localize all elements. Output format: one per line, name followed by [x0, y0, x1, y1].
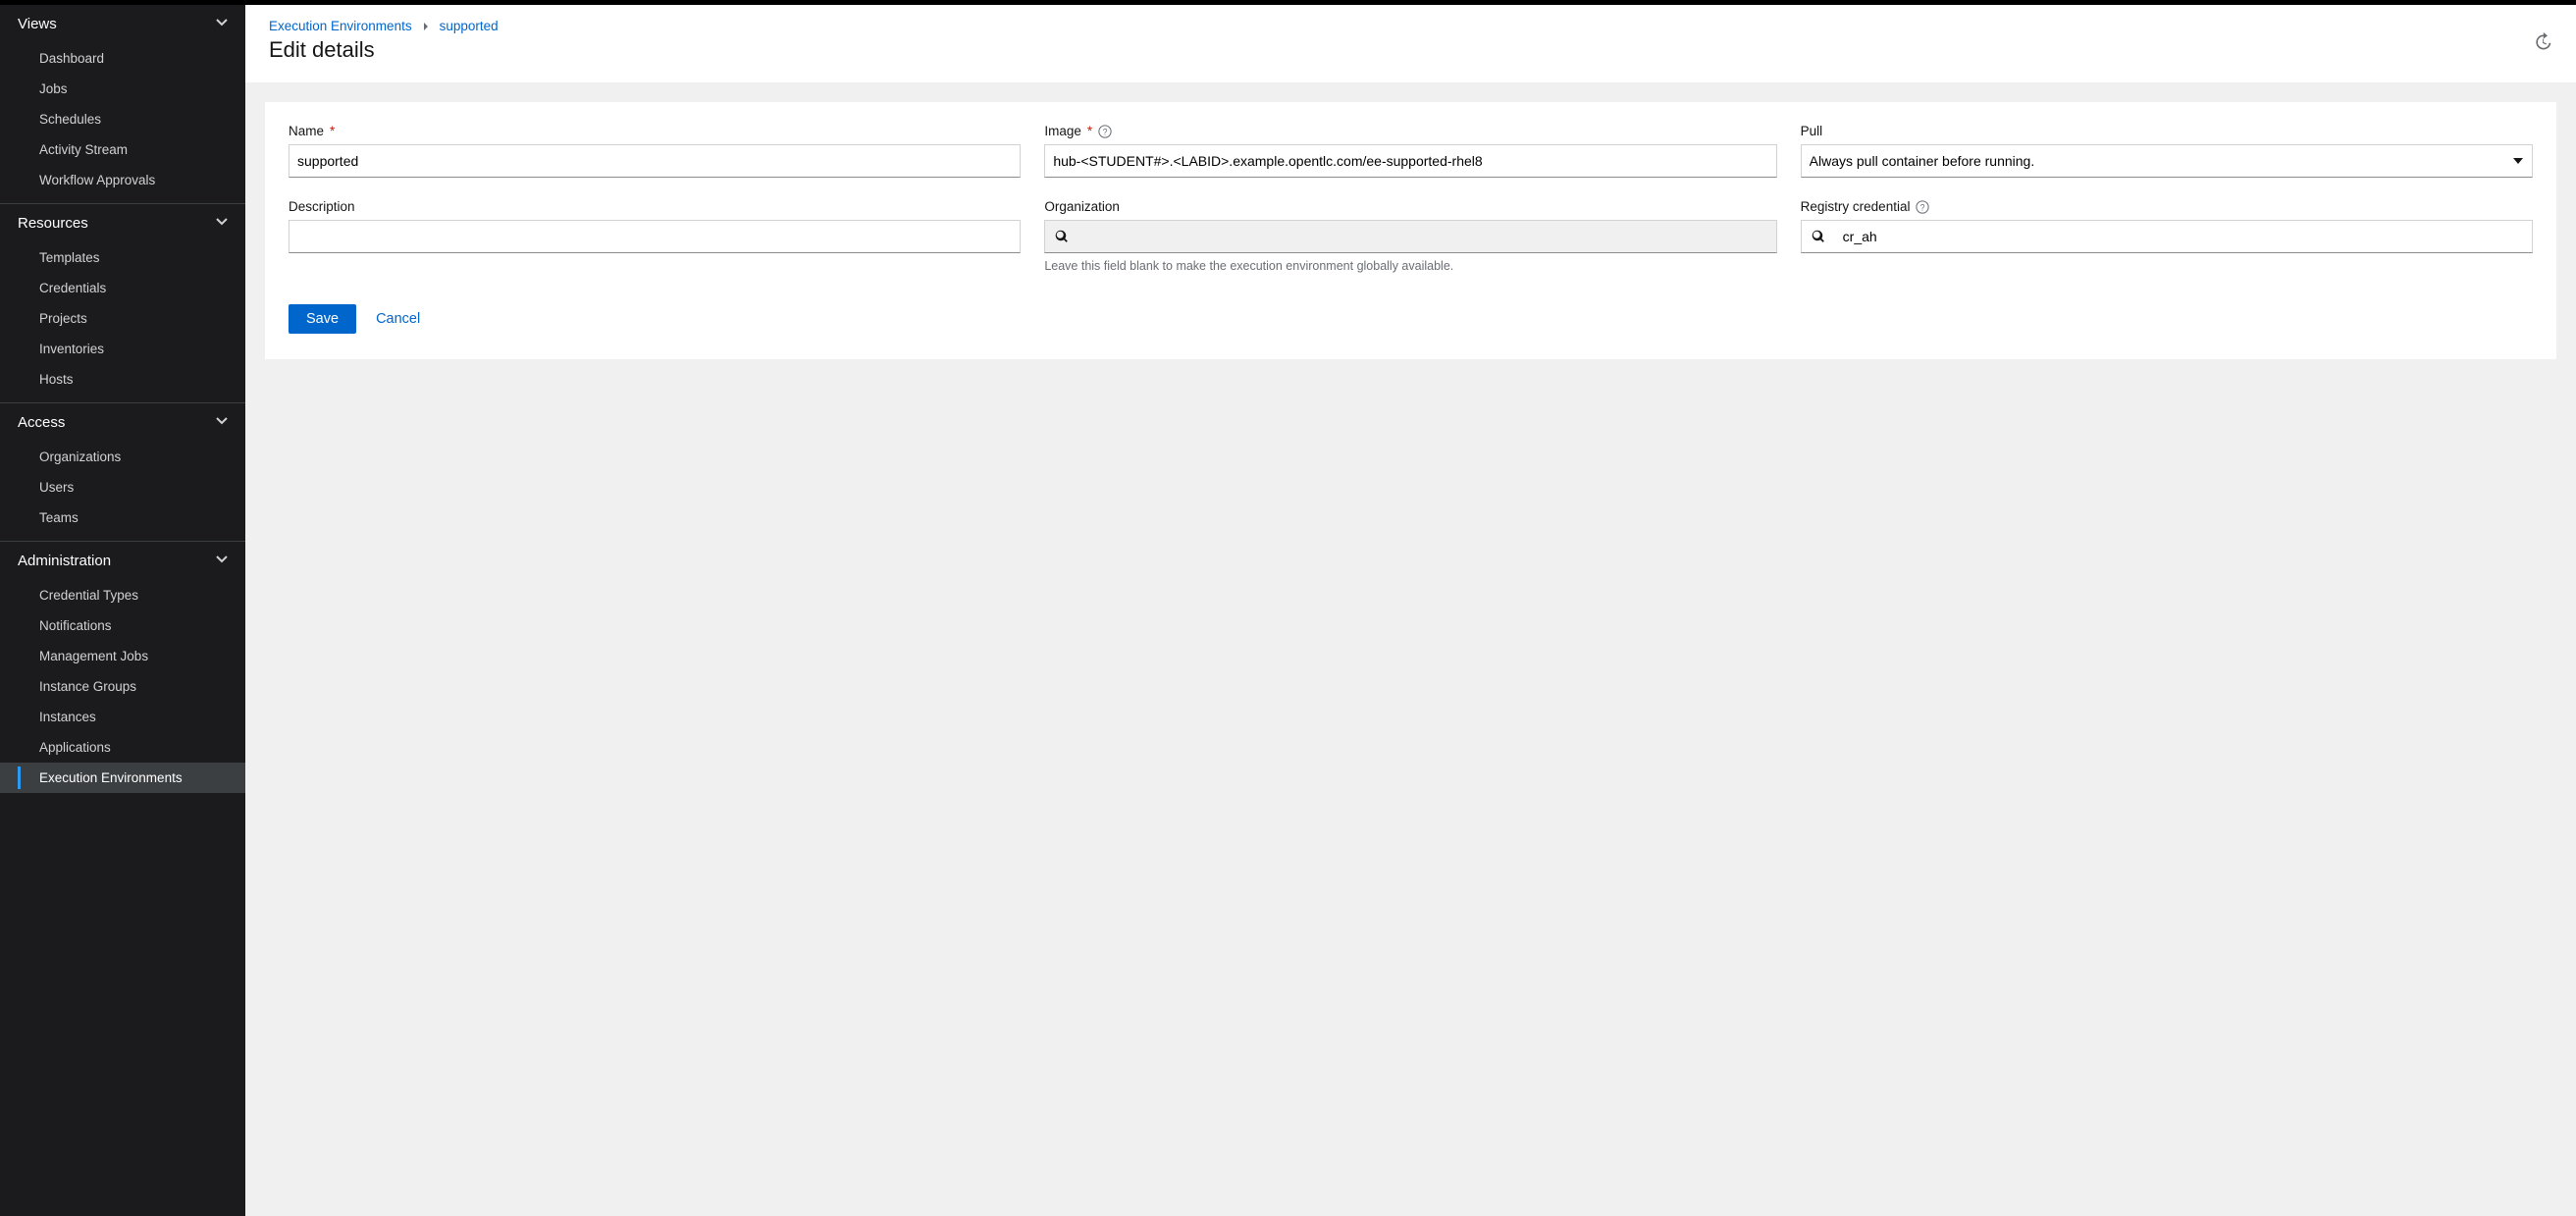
chevron-down-icon [216, 16, 228, 32]
main: Execution Environments supported Edit de… [245, 5, 2576, 1216]
breadcrumb-root-link[interactable]: Execution Environments [269, 19, 412, 33]
nav-item-execution-environments[interactable]: Execution Environments [0, 763, 245, 793]
select-pull[interactable]: Always pull container before running. [1801, 144, 2533, 178]
form-actions: Save Cancel [289, 304, 2533, 334]
search-icon[interactable] [1045, 221, 1078, 252]
input-image[interactable] [1044, 144, 1776, 178]
help-organization: Leave this field blank to make the execu… [1044, 259, 1776, 273]
chevron-down-icon [216, 215, 228, 232]
nav-item-applications[interactable]: Applications [0, 732, 245, 763]
field-registry-credential: Registry credential ? [1801, 199, 2533, 273]
nav-item-hosts[interactable]: Hosts [0, 364, 245, 395]
page-header: Execution Environments supported Edit de… [245, 5, 2576, 82]
label-organization: Organization [1044, 199, 1776, 214]
nav-item-teams[interactable]: Teams [0, 502, 245, 533]
nav-item-templates[interactable]: Templates [0, 242, 245, 273]
nav-item-credentials[interactable]: Credentials [0, 273, 245, 303]
chevron-down-icon [216, 414, 228, 431]
label-name: Name * [289, 124, 1021, 138]
nav-item-users[interactable]: Users [0, 472, 245, 502]
nav-item-inventories[interactable]: Inventories [0, 334, 245, 364]
help-icon[interactable]: ? [1916, 200, 1929, 214]
chevron-down-icon [216, 553, 228, 569]
nav-item-instances[interactable]: Instances [0, 702, 245, 732]
nav-section-access[interactable]: Access [0, 403, 245, 442]
field-image: Image * ? [1044, 124, 1776, 178]
help-icon[interactable]: ? [1098, 125, 1112, 138]
nav-item-notifications[interactable]: Notifications [0, 610, 245, 641]
breadcrumb: Execution Environments supported [269, 19, 2552, 33]
input-description[interactable] [289, 220, 1021, 253]
nav-section-resources[interactable]: Resources [0, 204, 245, 242]
page-title: Edit details [269, 37, 2552, 63]
cancel-button[interactable]: Cancel [376, 311, 420, 327]
chevron-right-icon [422, 19, 430, 33]
nav-item-activity-stream[interactable]: Activity Stream [0, 134, 245, 165]
label-image: Image * ? [1044, 124, 1776, 138]
nav-item-projects[interactable]: Projects [0, 303, 245, 334]
breadcrumb-leaf-link[interactable]: supported [440, 19, 499, 33]
nav-item-credential-types[interactable]: Credential Types [0, 580, 245, 610]
label-pull: Pull [1801, 124, 2533, 138]
nav-item-schedules[interactable]: Schedules [0, 104, 245, 134]
input-organization[interactable] [1078, 221, 1775, 252]
nav-item-workflow-approvals[interactable]: Workflow Approvals [0, 165, 245, 195]
nav-item-management-jobs[interactable]: Management Jobs [0, 641, 245, 671]
sidebar: ViewsDashboardJobsSchedulesActivity Stre… [0, 5, 245, 1216]
search-icon[interactable] [1802, 221, 1835, 252]
nav-item-jobs[interactable]: Jobs [0, 74, 245, 104]
svg-text:?: ? [1920, 202, 1925, 212]
content: Name * Image * ? [245, 82, 2576, 379]
lookup-registry-credential[interactable] [1801, 220, 2533, 253]
field-description: Description [289, 199, 1021, 273]
history-icon[interactable] [2533, 32, 2552, 52]
input-registry-credential[interactable] [1835, 221, 2532, 252]
form-card: Name * Image * ? [265, 102, 2556, 359]
label-registry-credential: Registry credential ? [1801, 199, 2533, 214]
field-pull: Pull Always pull container before runnin… [1801, 124, 2533, 178]
nav-section-views[interactable]: Views [0, 5, 245, 43]
nav-item-dashboard[interactable]: Dashboard [0, 43, 245, 74]
nav-section-admin[interactable]: Administration [0, 542, 245, 580]
label-description: Description [289, 199, 1021, 214]
save-button[interactable]: Save [289, 304, 356, 334]
input-name[interactable] [289, 144, 1021, 178]
field-name: Name * [289, 124, 1021, 178]
lookup-organization[interactable] [1044, 220, 1776, 253]
field-organization: Organization Leave this field blank to m… [1044, 199, 1776, 273]
nav-item-instance-groups[interactable]: Instance Groups [0, 671, 245, 702]
nav-item-organizations[interactable]: Organizations [0, 442, 245, 472]
svg-text:?: ? [1103, 127, 1108, 136]
